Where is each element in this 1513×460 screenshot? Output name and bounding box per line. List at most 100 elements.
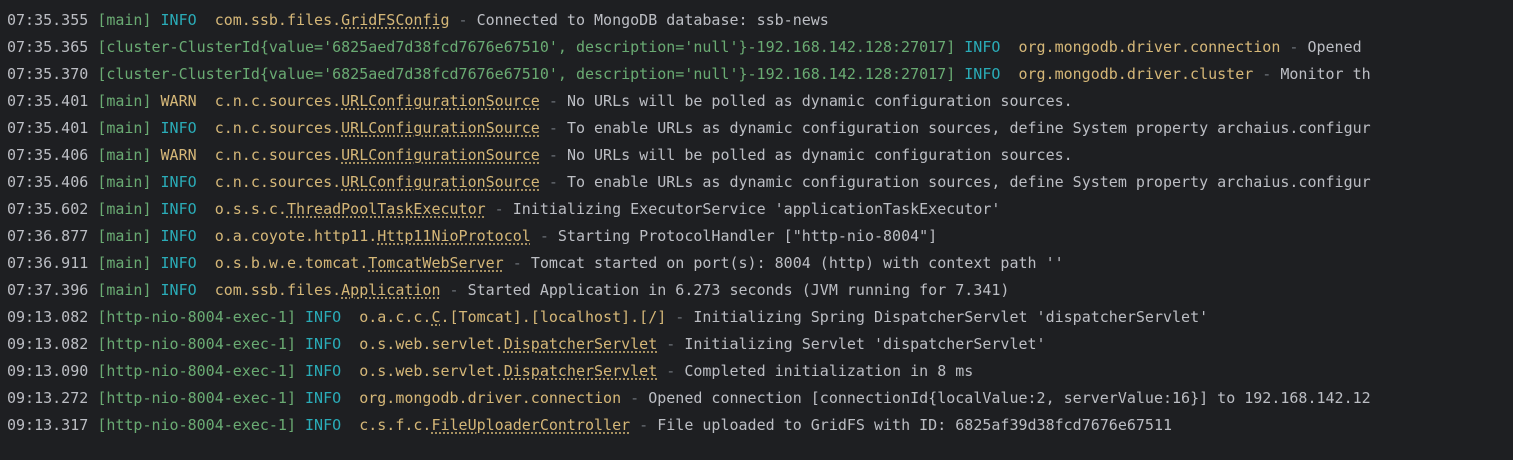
log-line[interactable]: 09:13.090 [http-nio-8004-exec-1] INFO o.… — [7, 358, 973, 385]
log-line[interactable]: 07:35.355 [main] INFO com.ssb.files.Grid… — [7, 7, 829, 34]
log-separator: - — [657, 335, 685, 353]
log-message: Opened connection [connectionId{localVal… — [648, 389, 1371, 407]
log-logger-class-link[interactable]: GridFSConfig — [341, 11, 449, 29]
log-level: INFO — [305, 335, 342, 353]
log-message: Starting ProtocolHandler ["http-nio-8004… — [557, 227, 938, 245]
log-level: WARN — [160, 92, 197, 110]
log-thread: [main] — [97, 254, 152, 272]
log-separator: - — [1253, 65, 1281, 83]
log-line[interactable]: 07:35.602 [main] INFO o.s.s.c.ThreadPool… — [7, 196, 1000, 223]
log-line[interactable]: 09:13.317 [http-nio-8004-exec-1] INFO c.… — [7, 412, 1172, 439]
log-timestamp: 09:13.317 — [7, 416, 89, 434]
log-separator: - — [503, 254, 531, 272]
log-level: WARN — [160, 146, 197, 164]
log-level: INFO — [160, 227, 197, 245]
log-logger-class-link[interactable]: C — [431, 308, 440, 326]
log-logger-package: org.mongodb.driver.connection — [359, 389, 622, 407]
log-line[interactable]: 09:13.272 [http-nio-8004-exec-1] INFO or… — [7, 385, 1371, 412]
log-logger-class-link[interactable]: URLConfigurationSource — [341, 119, 540, 137]
log-logger-package: c.n.c.sources. — [214, 92, 342, 110]
log-thread: [main] — [97, 200, 152, 218]
log-logger-class-link[interactable]: URLConfigurationSource — [341, 173, 540, 191]
log-logger-class-link[interactable]: DispatcherServlet — [504, 362, 658, 380]
log-logger-package: com.ssb.files. — [214, 11, 342, 29]
log-separator: - — [530, 227, 558, 245]
log-level: INFO — [160, 11, 197, 29]
log-logger-package: o.s.web.servlet. — [359, 362, 504, 380]
log-message: Tomcat started on port(s): 8004 (http) w… — [530, 254, 1064, 272]
log-separator: - — [539, 173, 567, 191]
log-line[interactable]: 07:36.877 [main] INFO o.a.coyote.http11.… — [7, 223, 937, 250]
log-timestamp: 09:13.082 — [7, 308, 89, 326]
log-timestamp: 09:13.272 — [7, 389, 89, 407]
log-logger-package: c.n.c.sources. — [214, 173, 342, 191]
log-line[interactable]: 07:37.396 [main] INFO com.ssb.files.Appl… — [7, 277, 1009, 304]
log-thread: [http-nio-8004-exec-1] — [97, 335, 296, 353]
log-logger-class-link[interactable]: Http11NioProtocol — [377, 227, 531, 245]
log-separator: - — [666, 308, 694, 326]
log-line[interactable]: 07:35.401 [main] WARN c.n.c.sources.URLC… — [7, 88, 1073, 115]
log-timestamp: 07:35.365 — [7, 38, 89, 56]
log-logger-package: o.s.web.servlet. — [359, 335, 504, 353]
log-level: INFO — [160, 173, 197, 191]
log-timestamp: 07:36.911 — [7, 254, 89, 272]
log-thread: [http-nio-8004-exec-1] — [97, 362, 296, 380]
log-level: INFO — [160, 254, 197, 272]
log-thread: [main] — [97, 281, 152, 299]
log-message: Initializing Servlet 'dispatcherServlet' — [684, 335, 1046, 353]
log-thread: [cluster-ClusterId{value='6825aed7d38fcd… — [97, 38, 956, 56]
log-level: INFO — [305, 362, 342, 380]
log-level: INFO — [305, 308, 342, 326]
console-output[interactable]: 07:35.355 [main] INFO com.ssb.files.Grid… — [0, 0, 1513, 460]
log-line[interactable]: 07:35.370 [cluster-ClusterId{value='6825… — [7, 61, 1371, 88]
log-line[interactable]: 09:13.082 [http-nio-8004-exec-1] INFO o.… — [7, 304, 1208, 331]
log-thread: [main] — [97, 11, 152, 29]
log-thread: [main] — [97, 119, 152, 137]
log-message: Initializing Spring DispatcherServlet 'd… — [693, 308, 1209, 326]
log-line[interactable]: 09:13.082 [http-nio-8004-exec-1] INFO o.… — [7, 331, 1046, 358]
log-separator: - — [621, 389, 649, 407]
log-level: INFO — [964, 38, 1001, 56]
log-logger-package: org.mongodb.driver.connection — [1018, 38, 1281, 56]
log-logger-class-link[interactable]: DispatcherServlet — [504, 335, 658, 353]
log-message: Opened — [1307, 38, 1362, 56]
log-thread: [http-nio-8004-exec-1] — [97, 389, 296, 407]
log-separator: - — [1280, 38, 1308, 56]
log-timestamp: 07:35.355 — [7, 11, 89, 29]
log-timestamp: 07:37.396 — [7, 281, 89, 299]
log-message: Completed initialization in 8 ms — [684, 362, 974, 380]
log-line[interactable]: 07:35.365 [cluster-ClusterId{value='6825… — [7, 34, 1362, 61]
log-line[interactable]: 07:35.406 [main] WARN c.n.c.sources.URLC… — [7, 142, 1073, 169]
log-line[interactable]: 07:36.911 [main] INFO o.s.b.w.e.tomcat.T… — [7, 250, 1064, 277]
log-logger-class-link[interactable]: Application — [341, 281, 440, 299]
log-separator: - — [539, 119, 567, 137]
log-message: No URLs will be polled as dynamic config… — [566, 92, 1073, 110]
log-timestamp: 07:35.401 — [7, 92, 89, 110]
log-message: Monitor th — [1280, 65, 1371, 83]
log-separator: - — [539, 146, 567, 164]
log-level: INFO — [160, 119, 197, 137]
log-thread: [http-nio-8004-exec-1] — [97, 416, 296, 434]
log-logger-package: o.s.b.w.e.tomcat. — [214, 254, 369, 272]
log-thread: [main] — [97, 227, 152, 245]
log-message: No URLs will be polled as dynamic config… — [566, 146, 1073, 164]
log-logger-package: c.n.c.sources. — [214, 146, 342, 164]
log-separator: - — [485, 200, 513, 218]
log-separator: - — [539, 92, 567, 110]
log-logger-class-link[interactable]: TomcatWebServer — [368, 254, 503, 272]
log-logger-package: org.mongodb.driver.cluster — [1018, 65, 1254, 83]
log-separator: - — [630, 416, 658, 434]
log-level: INFO — [305, 416, 342, 434]
log-message: File uploaded to GridFS with ID: 6825af3… — [657, 416, 1173, 434]
log-line[interactable]: 07:35.401 [main] INFO c.n.c.sources.URLC… — [7, 115, 1371, 142]
log-logger-suffix: .[Tomcat].[localhost].[/] — [440, 308, 667, 326]
log-timestamp: 07:35.406 — [7, 146, 89, 164]
log-logger-class-link[interactable]: URLConfigurationSource — [341, 146, 540, 164]
log-logger-class-link[interactable]: ThreadPoolTaskExecutor — [287, 200, 486, 218]
log-logger-class-link[interactable]: FileUploaderController — [431, 416, 630, 434]
log-logger-class-link[interactable]: URLConfigurationSource — [341, 92, 540, 110]
log-line[interactable]: 07:35.406 [main] INFO c.n.c.sources.URLC… — [7, 169, 1371, 196]
log-thread: [http-nio-8004-exec-1] — [97, 308, 296, 326]
log-logger-package: com.ssb.files. — [214, 281, 342, 299]
log-logger-package: c.s.f.c. — [359, 416, 432, 434]
